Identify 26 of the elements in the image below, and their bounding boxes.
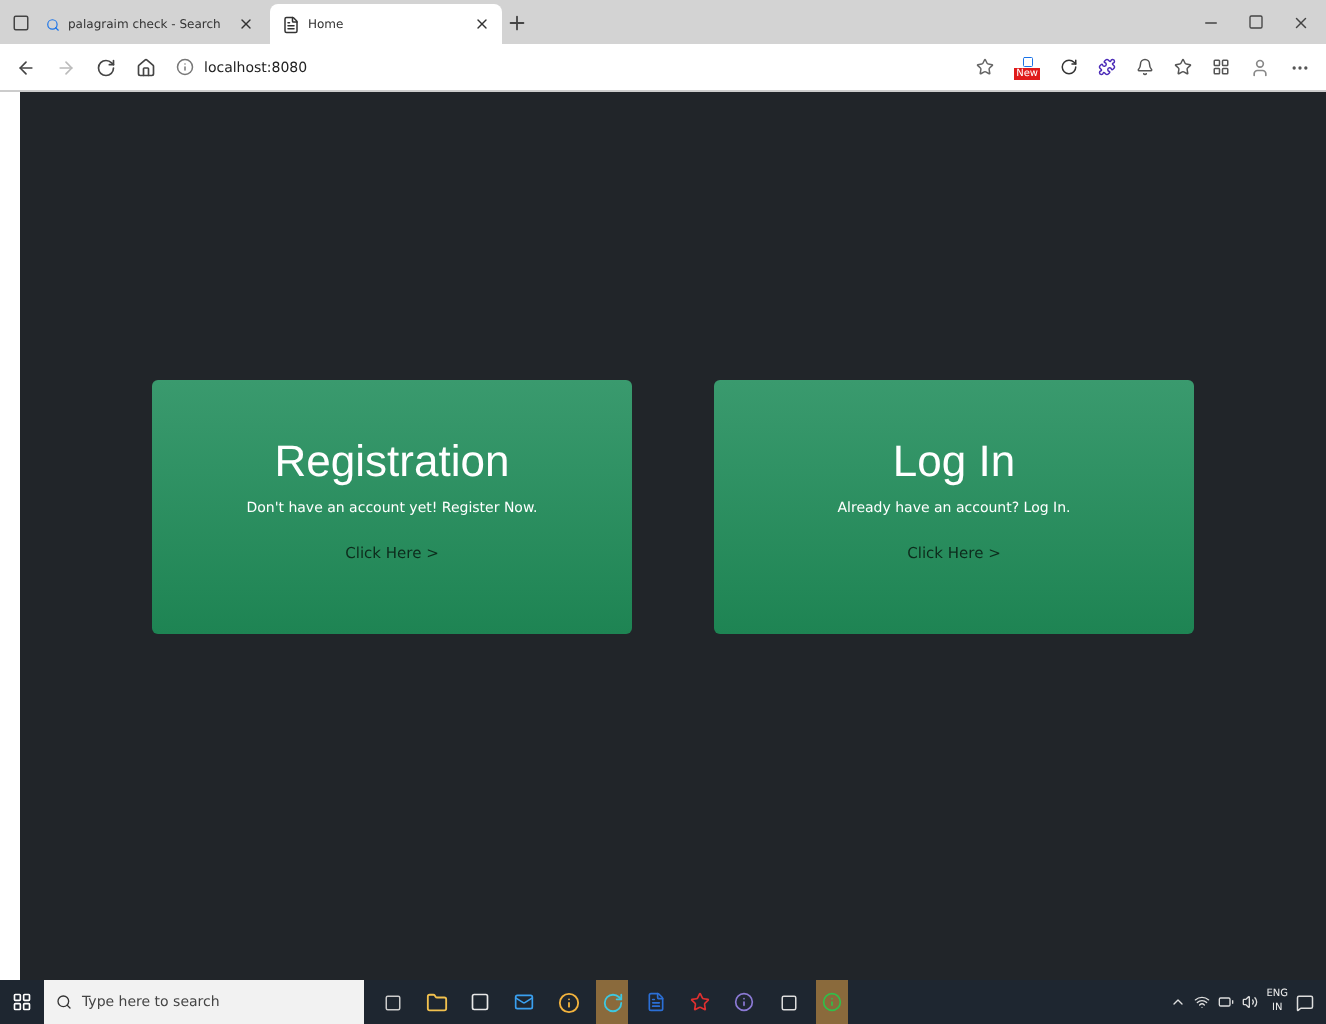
home-icon[interactable] bbox=[136, 57, 156, 77]
new-tab-icon[interactable] bbox=[506, 11, 528, 33]
close-icon[interactable] bbox=[474, 16, 490, 32]
close-icon[interactable] bbox=[1292, 13, 1310, 31]
notification-icon[interactable] bbox=[1296, 993, 1314, 1011]
favorites-icon[interactable] bbox=[1174, 58, 1192, 76]
favorite-icon[interactable] bbox=[976, 58, 995, 76]
collections-icon[interactable] bbox=[1212, 58, 1230, 76]
close-icon[interactable] bbox=[238, 16, 254, 32]
battery-icon[interactable] bbox=[1218, 994, 1235, 1010]
search-icon bbox=[56, 994, 72, 1010]
refresh-icon[interactable] bbox=[96, 57, 116, 77]
volume-icon[interactable] bbox=[1242, 994, 1259, 1010]
network-icon[interactable] bbox=[1194, 994, 1211, 1010]
chevron-icon[interactable] bbox=[1170, 994, 1187, 1010]
info-icon bbox=[176, 58, 194, 76]
search-icon bbox=[46, 17, 60, 31]
card-title: Registration bbox=[274, 436, 510, 488]
card-title: Log In bbox=[892, 436, 1016, 488]
restore-icon[interactable] bbox=[1248, 14, 1264, 30]
page-icon bbox=[282, 15, 300, 33]
tab-actions-icon[interactable] bbox=[12, 13, 30, 31]
puzzle-icon[interactable] bbox=[1098, 58, 1116, 76]
profile-icon[interactable] bbox=[1250, 57, 1270, 77]
back-icon[interactable] bbox=[16, 57, 36, 77]
bell-icon[interactable] bbox=[1136, 58, 1154, 76]
